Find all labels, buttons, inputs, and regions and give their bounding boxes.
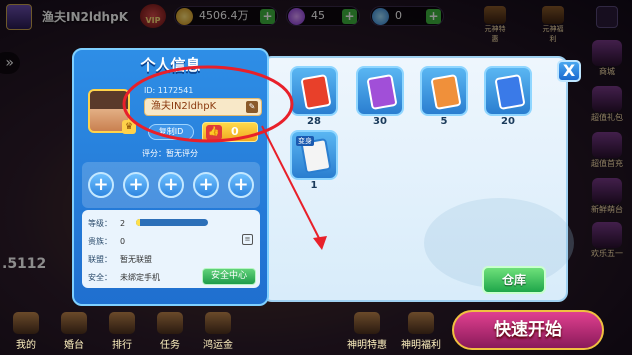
warehouse-slot-1[interactable]	[290, 66, 338, 116]
player-name-field[interactable]: 渔夫IN2ldhpK ✎	[144, 98, 262, 116]
transform-tag: 变身	[296, 136, 314, 146]
level-row: 等级： 2	[88, 219, 126, 228]
level-value: 2	[120, 219, 126, 228]
player-id: ID: 1172541	[144, 86, 194, 95]
bottom-item-platform[interactable]: 婚台	[54, 312, 94, 351]
like-count: 0	[231, 125, 239, 138]
profile-panel: 个人信息 ♛ ID: 1172541 渔夫IN2ldhpK ✎ 复制ID 👍 0…	[72, 48, 269, 306]
ranking-icon	[109, 312, 135, 334]
bottom-item-god-gift[interactable]: 神明福利	[394, 312, 448, 351]
user-icon	[13, 312, 39, 334]
badge-slots: + + + + +	[82, 162, 260, 208]
union-value: 暂无联盟	[120, 255, 152, 264]
bottom-item-tasks[interactable]: 任务	[150, 312, 190, 351]
warehouse-slot-2[interactable]	[356, 66, 404, 116]
add-badge-button[interactable]: +	[123, 172, 149, 198]
gift-icon	[408, 312, 434, 334]
bottom-item-fortune[interactable]: 鸿运金	[198, 312, 238, 351]
noble-value: 0	[120, 237, 126, 246]
edit-icon[interactable]: ✎	[246, 101, 258, 113]
copy-id-button[interactable]: 复制ID	[148, 124, 194, 140]
add-badge-button[interactable]: +	[88, 172, 114, 198]
red-card-icon	[300, 73, 332, 111]
item-count-5: 1	[310, 180, 318, 191]
like-button[interactable]: 👍 0	[202, 122, 258, 142]
warehouse-slot-3[interactable]	[420, 66, 468, 116]
task-icon	[157, 312, 183, 334]
gold-bag-icon	[205, 312, 231, 334]
info-box: 等级： 2 贵族： 0 ≡ 联盟： 暂无联盟 安全： 未绑定手机 安全中心	[82, 210, 260, 288]
rating-label: 评分：暂无评分	[142, 149, 198, 158]
god-icon	[354, 312, 380, 334]
bottom-item-mine[interactable]: 我的	[6, 312, 46, 351]
item-count-2: 30	[373, 116, 387, 127]
security-center-button[interactable]: 安全中心	[202, 268, 256, 285]
purple-card-icon	[366, 73, 398, 111]
warehouse-slot-4[interactable]	[484, 66, 532, 116]
blue-card-icon	[494, 73, 526, 111]
close-button[interactable]: X	[557, 60, 581, 82]
union-row: 联盟： 暂无联盟	[88, 255, 152, 264]
record-icon[interactable]: ≡	[242, 234, 253, 245]
panel-title: 个人信息	[140, 56, 201, 74]
noble-row: 贵族： 0	[88, 237, 126, 246]
add-badge-button[interactable]: +	[193, 172, 219, 198]
bottom-item-god-sale[interactable]: 神明特惠	[340, 312, 394, 351]
add-badge-button[interactable]: +	[228, 172, 254, 198]
crown-icon: ♛	[122, 120, 136, 134]
item-count-3: 5	[440, 116, 448, 127]
player-name: 渔夫IN2ldhpK	[151, 101, 217, 112]
item-count-4: 20	[501, 116, 515, 127]
security-value: 未绑定手机	[120, 273, 160, 282]
warehouse-button[interactable]: 仓库	[482, 266, 546, 294]
bottom-item-ranking[interactable]: 排行	[102, 312, 142, 351]
thumbs-up-icon: 👍	[206, 125, 222, 140]
level-progress-bar	[136, 219, 208, 226]
item-count-1: 28	[307, 116, 321, 127]
platform-icon	[61, 312, 87, 334]
security-row: 安全： 未绑定手机	[88, 273, 160, 282]
quick-start-button[interactable]: 快速开始	[452, 310, 604, 350]
orange-card-icon	[430, 73, 462, 111]
warehouse-slot-5[interactable]: 变身	[290, 130, 338, 180]
add-badge-button[interactable]: +	[158, 172, 184, 198]
